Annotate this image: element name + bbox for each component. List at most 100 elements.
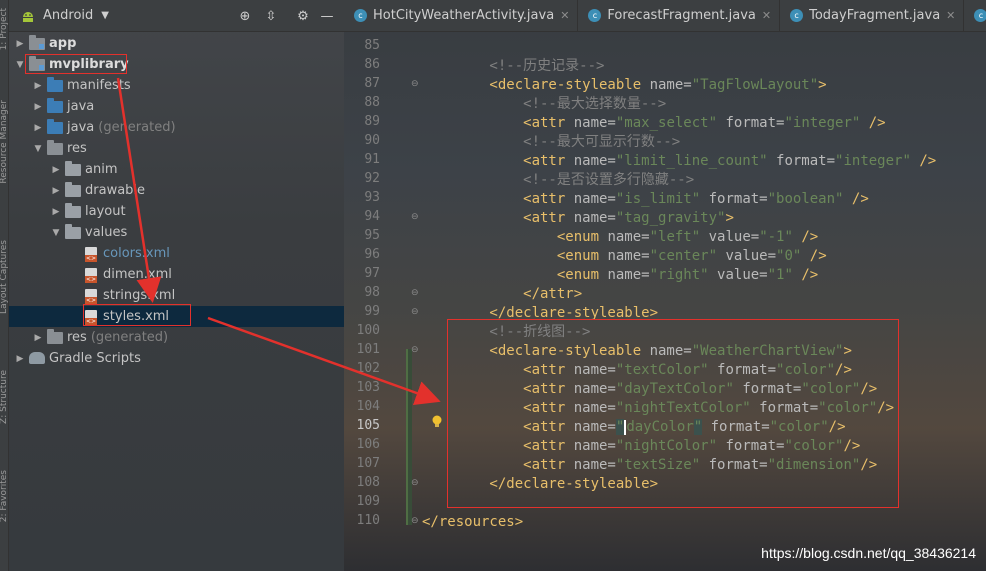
code-token: "integer"	[784, 115, 861, 131]
favorites-tool-tab[interactable]: 2: Favorites	[0, 470, 9, 522]
tree-item-res[interactable]: ▶ res (generated)	[9, 327, 344, 348]
close-icon[interactable]: ✕	[946, 9, 955, 22]
collapsed-arrow-icon[interactable]: ▶	[51, 186, 61, 196]
resource-folder-icon	[65, 181, 81, 198]
folder-icon	[47, 328, 63, 345]
expanded-arrow-icon[interactable]: ▼	[33, 144, 43, 154]
tree-item-gradle-scripts[interactable]: ▶ Gradle Scripts	[9, 348, 344, 369]
close-icon[interactable]: ✕	[762, 9, 771, 22]
code-line[interactable]: <!--最大选择数量-->	[422, 95, 666, 114]
editor-tab[interactable]: cHotCityAct	[964, 0, 986, 32]
resource-folder-icon	[65, 160, 81, 177]
java-class-icon: c	[974, 9, 986, 22]
collapsed-arrow-icon[interactable]: ▶	[33, 81, 43, 91]
fold-marker-icon[interactable]: ⊖	[411, 478, 419, 488]
collapsed-arrow-icon[interactable]: ▶	[33, 333, 43, 343]
project-view-selector[interactable]: Android	[43, 8, 93, 23]
lightbulb-icon[interactable]	[430, 415, 444, 429]
code-line[interactable]: <attr name="is_limit" format="boolean" /…	[422, 190, 869, 209]
tree-item-label: layout	[85, 204, 126, 219]
tree-item-values[interactable]: ▼ values	[9, 222, 344, 243]
code-line[interactable]: <attr name="tag_gravity">	[422, 209, 734, 228]
collapsed-arrow-icon[interactable]: ▶	[15, 354, 25, 364]
tree-item-strings-xml[interactable]: strings.xml	[9, 285, 344, 306]
layout-captures-tool-tab[interactable]: Layout Captures	[0, 240, 9, 314]
locate-target-icon[interactable]: ⊕	[237, 8, 253, 24]
code-editor[interactable]: c HotCityWeatherActivity.java ✕ c ForecastFr…	[344, 0, 986, 571]
close-icon[interactable]: ✕	[560, 9, 569, 22]
code-line[interactable]: <attr name="limit_line_count" format="in…	[422, 152, 936, 171]
code-line[interactable]: </attr>	[422, 285, 582, 304]
tree-item-res[interactable]: ▼ res	[9, 138, 344, 159]
tree-item-label: strings.xml	[103, 288, 176, 303]
fold-marker-icon[interactable]: ⊖	[411, 288, 419, 298]
code-token: name=	[649, 77, 692, 93]
tree-item-anim[interactable]: ▶ anim	[9, 159, 344, 180]
tree-item-label: java	[67, 99, 95, 114]
collapsed-arrow-icon[interactable]: ▶	[51, 165, 61, 175]
resource-manager-tool-tab[interactable]: Resource Manager	[0, 100, 9, 184]
resource-folder-icon	[65, 223, 81, 240]
code-token: "center"	[649, 248, 718, 264]
line-number: 91	[364, 152, 380, 167]
tree-item-java[interactable]: ▶ java (generated)	[9, 117, 344, 138]
code-token: <attr	[422, 191, 574, 207]
tree-item-layout[interactable]: ▶ layout	[9, 201, 344, 222]
expanded-arrow-icon[interactable]: ▼	[15, 60, 25, 70]
code-line[interactable]: <!--最大可显示行数-->	[422, 133, 680, 152]
code-line[interactable]: <attr name="max_select" format="integer"…	[422, 114, 885, 133]
fold-marker-icon[interactable]: ⊖	[411, 212, 419, 222]
tree-item-java[interactable]: ▶ java	[9, 96, 344, 117]
tree-item-label: Gradle Scripts	[49, 351, 141, 366]
tree-item-colors-xml[interactable]: colors.xml	[9, 243, 344, 264]
code-line[interactable]: <declare-styleable name="TagFlowLayout">	[422, 76, 826, 95]
code-token: <attr	[422, 115, 574, 131]
gear-icon[interactable]: ⚙	[295, 8, 311, 24]
hide-panel-icon[interactable]: —	[319, 8, 335, 24]
collapsed-arrow-icon[interactable]: ▶	[33, 123, 43, 133]
android-icon	[19, 7, 37, 25]
code-line[interactable]: <enum name="right" value="1" />	[422, 266, 818, 285]
annotation-box-weatherchart	[447, 319, 899, 508]
tree-item-manifests[interactable]: ▶ manifests	[9, 75, 344, 96]
collapsed-arrow-icon[interactable]: ▶	[51, 207, 61, 217]
fold-marker-icon[interactable]: ⊖	[411, 307, 419, 317]
collapsed-arrow-icon[interactable]: ▶	[15, 39, 25, 49]
expanded-arrow-icon[interactable]: ▼	[51, 228, 61, 238]
line-number: 104	[356, 399, 380, 414]
tool-window-stripe: 1: Project Resource Manager Layout Captu…	[0, 0, 9, 571]
code-token: "0"	[776, 248, 802, 264]
fold-marker-icon[interactable]: ⊖	[411, 516, 419, 526]
tree-item-app[interactable]: ▶ app	[9, 33, 344, 54]
tree-item-label: java	[67, 120, 95, 135]
editor-tab[interactable]: c HotCityWeatherActivity.java ✕	[344, 0, 579, 32]
tree-item-drawable[interactable]: ▶ drawable	[9, 180, 344, 201]
code-token: name=	[573, 191, 616, 207]
editor-tab[interactable]: c ForecastFragment.java ✕	[578, 0, 781, 32]
editor-tab[interactable]: c TodayFragment.java ✕	[780, 0, 965, 32]
code-line[interactable]: <!--是否设置多行隐藏-->	[422, 171, 694, 190]
collapse-all-icon[interactable]: ⇳	[263, 8, 279, 24]
project-tool-tab[interactable]: 1: Project	[0, 8, 9, 50]
collapsed-arrow-icon[interactable]: ▶	[33, 102, 43, 112]
code-token: />	[910, 153, 937, 169]
xml-file-icon	[83, 246, 99, 262]
source-folder-icon	[47, 97, 63, 114]
java-class-icon: c	[354, 9, 367, 22]
project-panel: Android ▼ ⊕ ⇳ ⚙ — ▶ app ▼ mvplibrary ▶ manife…	[9, 0, 344, 571]
tree-item-label: res	[67, 141, 87, 156]
fold-marker-icon[interactable]: ⊖	[411, 345, 419, 355]
code-line[interactable]: <!--历史记录-->	[422, 57, 604, 76]
vcs-change-marker[interactable]	[406, 349, 412, 525]
fold-marker-icon[interactable]: ⊖	[411, 79, 419, 89]
code-line[interactable]: </resources>	[422, 513, 523, 532]
code-line[interactable]: <enum name="left" value="-1" />	[422, 228, 818, 247]
chevron-down-icon[interactable]: ▼	[101, 10, 109, 21]
line-number: 88	[364, 95, 380, 110]
code-token: "left"	[649, 229, 701, 245]
code-token: <attr	[422, 210, 574, 226]
structure-tool-tab[interactable]: Z: Structure	[0, 370, 9, 424]
code-line[interactable]: <enum name="center" value="0" />	[422, 247, 827, 266]
line-number: 108	[356, 475, 380, 490]
tree-item-dimen-xml[interactable]: dimen.xml	[9, 264, 344, 285]
